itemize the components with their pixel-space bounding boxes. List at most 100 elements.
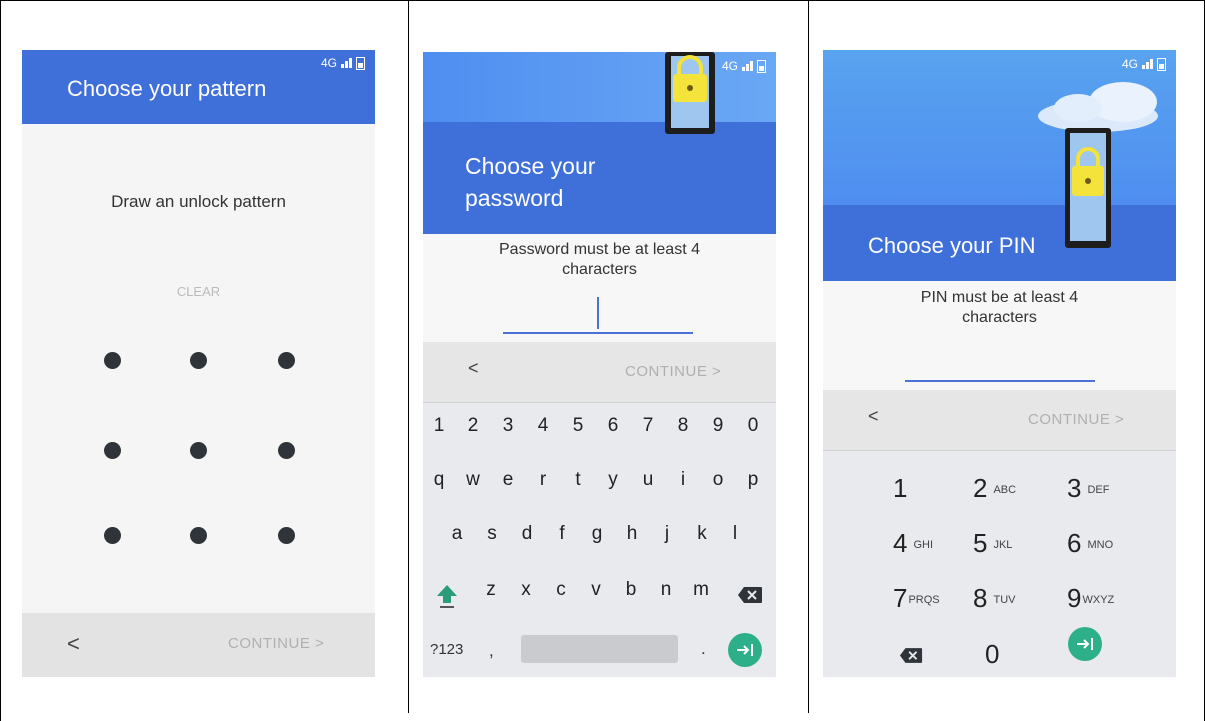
key[interactable]: 0	[737, 415, 769, 437]
key[interactable]: 9	[702, 415, 734, 437]
key[interactable]: r	[527, 469, 559, 491]
pin-keypad: 1 2 ABC 3 DEF 4 GHI 5 JKL 6 MNO 7PRQS 8 TUV 9W…	[823, 451, 1176, 677]
battery-icon	[757, 59, 766, 73]
key[interactable]: 5	[562, 415, 594, 437]
hint-line: PIN must be at least 4	[920, 289, 1079, 306]
back-button[interactable]: <	[67, 631, 80, 657]
pattern-dot[interactable]	[104, 442, 121, 459]
page-title: Choose your password	[465, 150, 595, 214]
pattern-dot[interactable]	[190, 527, 207, 544]
bottom-nav: < CONTINUE >	[423, 342, 776, 403]
hint-line: characters	[562, 261, 637, 278]
continue-button[interactable]: CONTINUE >	[625, 363, 721, 380]
symbols-key[interactable]: ?123	[430, 641, 463, 658]
key[interactable]: k	[686, 523, 718, 545]
pattern-dot[interactable]	[104, 352, 121, 369]
letter-row: q w e r t y u i o p	[423, 469, 776, 499]
pattern-screen: 4G Choose your pattern Draw an unlock pa…	[22, 50, 375, 677]
key[interactable]: u	[632, 469, 664, 491]
key[interactable]: z	[475, 579, 507, 601]
keypad-key[interactable]: 1	[893, 473, 907, 504]
password-input[interactable]	[503, 297, 693, 334]
back-button[interactable]: <	[468, 358, 479, 379]
backspace-icon[interactable]	[737, 586, 763, 604]
key[interactable]: f	[546, 523, 578, 545]
pattern-dot[interactable]	[190, 352, 207, 369]
keypad-key[interactable]: 0	[985, 639, 999, 670]
key[interactable]: n	[650, 579, 682, 601]
hint-text: PIN must be at least 4 characters	[823, 288, 1176, 328]
pin-input[interactable]	[905, 350, 1095, 382]
page-title: Choose your PIN	[868, 233, 1036, 258]
space-bar[interactable]	[521, 635, 678, 663]
keypad-key[interactable]: 9WXYZ	[1067, 583, 1114, 614]
back-button[interactable]: <	[868, 406, 879, 427]
key[interactable]: a	[441, 523, 473, 545]
enter-arrow-icon	[737, 644, 753, 656]
key[interactable]: 1	[423, 415, 455, 437]
keypad-key[interactable]: 6 MNO	[1067, 528, 1113, 559]
pattern-dot[interactable]	[278, 352, 295, 369]
shift-icon[interactable]	[435, 583, 459, 609]
key[interactable]: v	[580, 579, 612, 601]
key[interactable]: h	[616, 523, 648, 545]
pattern-dot[interactable]	[278, 442, 295, 459]
enter-button[interactable]	[1068, 627, 1102, 661]
backspace-icon[interactable]	[899, 647, 923, 664]
key[interactable]: w	[457, 469, 489, 491]
keypad-key[interactable]: 5 JKL	[973, 528, 1012, 559]
keypad-key[interactable]: 3 DEF	[1067, 473, 1109, 504]
key[interactable]: b	[615, 579, 647, 601]
key[interactable]: o	[702, 469, 734, 491]
pattern-dot[interactable]	[104, 527, 121, 544]
battery-icon	[1157, 57, 1166, 71]
status-bar: 4G	[1122, 57, 1166, 71]
clear-button[interactable]: CLEAR	[22, 284, 375, 299]
key[interactable]: x	[510, 579, 542, 601]
key[interactable]: m	[685, 579, 717, 601]
enter-arrow-icon	[1077, 638, 1093, 650]
key[interactable]: i	[667, 469, 699, 491]
title-line: password	[465, 185, 564, 211]
key[interactable]: q	[423, 469, 455, 491]
pin-screen: 4G Choose your PIN PIN must be at least …	[823, 50, 1176, 677]
network-label: 4G	[1121, 57, 1138, 71]
key[interactable]: c	[545, 579, 577, 601]
network-label: 4G	[721, 59, 738, 73]
comma-key[interactable]: ,	[489, 641, 494, 661]
column-divider	[408, 0, 409, 713]
soft-keyboard: 1 2 3 4 5 6 7 8 9 0 q w e r t y u i o p …	[423, 403, 776, 677]
continue-button[interactable]: CONTINUE >	[228, 635, 324, 652]
letter-row: z x c v b n m	[423, 579, 776, 609]
pattern-dot[interactable]	[190, 442, 207, 459]
status-bar: 4G	[722, 59, 766, 73]
lock-device-icon	[1065, 128, 1111, 248]
key[interactable]: 4	[527, 415, 559, 437]
key[interactable]: t	[562, 469, 594, 491]
pattern-dot[interactable]	[278, 527, 295, 544]
key[interactable]: p	[737, 469, 769, 491]
key[interactable]: 7	[632, 415, 664, 437]
continue-button[interactable]: CONTINUE >	[1028, 411, 1124, 428]
enter-button[interactable]	[728, 633, 762, 667]
keypad-key[interactable]: 8 TUV	[973, 583, 1015, 614]
keypad-key[interactable]: 7PRQS	[893, 583, 940, 614]
key[interactable]: 6	[597, 415, 629, 437]
key[interactable]: 2	[457, 415, 489, 437]
key[interactable]: l	[719, 523, 751, 545]
keypad-key[interactable]: 2 ABC	[973, 473, 1016, 504]
key[interactable]: 8	[667, 415, 699, 437]
network-label: 4G	[320, 56, 337, 70]
battery-icon	[356, 56, 365, 70]
period-key[interactable]: .	[701, 639, 706, 659]
key[interactable]: g	[581, 523, 613, 545]
keypad-key[interactable]: 4 GHI	[893, 528, 933, 559]
key[interactable]: s	[476, 523, 508, 545]
key[interactable]: j	[651, 523, 683, 545]
number-row: 1 2 3 4 5 6 7 8 9 0	[423, 415, 776, 445]
key[interactable]: d	[511, 523, 543, 545]
key[interactable]: e	[492, 469, 524, 491]
key[interactable]: 3	[492, 415, 524, 437]
status-bar: 4G	[321, 56, 365, 70]
key[interactable]: y	[597, 469, 629, 491]
